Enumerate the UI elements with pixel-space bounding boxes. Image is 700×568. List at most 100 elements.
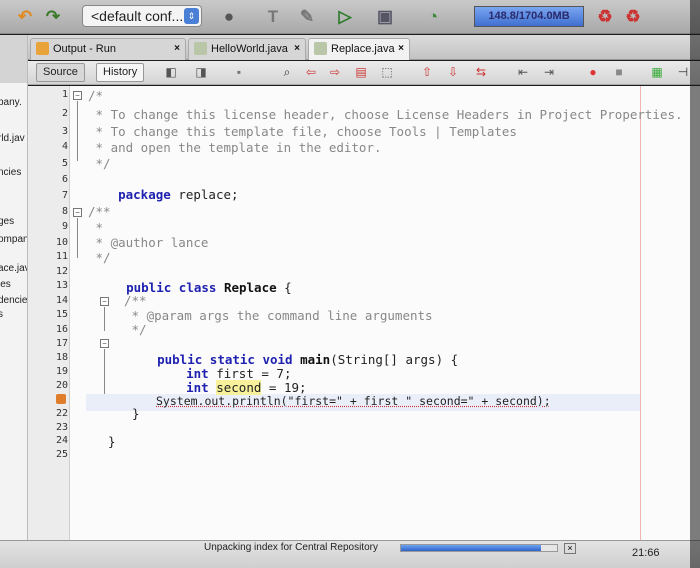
line-number: 7: [61, 190, 68, 201]
history-button[interactable]: History: [96, 63, 145, 82]
line-number: 13: [55, 280, 68, 291]
record-macro-icon[interactable]: ●: [586, 65, 600, 79]
progress-fill: [401, 545, 542, 551]
next-bookmark-icon[interactable]: ⇩: [446, 65, 460, 79]
line-number: 18: [55, 352, 68, 363]
code-line: */: [88, 156, 111, 171]
code-line: /**: [88, 204, 111, 219]
code-editor[interactable]: 1 2 3 4 5 6 7 8 9 10 11 12 13 14 15 16 1…: [28, 86, 700, 540]
close-icon[interactable]: ×: [398, 39, 404, 59]
warning-icon[interactable]: [56, 394, 66, 404]
undo-icon[interactable]: ↶: [14, 6, 36, 28]
find-next-icon[interactable]: ⇨: [328, 65, 342, 79]
java-file-icon: [314, 42, 327, 55]
previous-bookmark-icon[interactable]: ⇧: [420, 65, 434, 79]
code-line: */: [124, 322, 147, 337]
broom-icon[interactable]: ✎: [296, 6, 318, 28]
line-number: 4: [61, 141, 68, 152]
line-number: 2: [61, 108, 68, 119]
line-number: 14: [55, 295, 68, 306]
code-line: }: [132, 406, 140, 421]
cancel-task-icon[interactable]: ×: [564, 543, 576, 554]
tab-output[interactable]: Output - Run (Replace) ×: [30, 38, 186, 75]
project-item[interactable]: s: [0, 309, 3, 320]
status-message: Unpacking index for Central Repository: [204, 542, 378, 553]
project-item[interactable]: ompany.: [0, 234, 27, 245]
tab-helloworld[interactable]: HelloWorld.java ×: [188, 38, 306, 60]
settings-icon[interactable]: ●: [218, 6, 240, 28]
line-number: 24: [55, 435, 68, 446]
redo-icon[interactable]: ↷: [42, 6, 64, 28]
config-value: <default conf...: [91, 8, 184, 24]
line-number: 16: [55, 324, 68, 335]
stop-macro-icon[interactable]: ■: [612, 65, 626, 79]
uncomment-icon[interactable]: ⊣: [676, 65, 690, 79]
code-text: replace;: [170, 187, 239, 202]
project-item[interactable]: ace.java: [0, 263, 27, 274]
code-line: * @author lance: [88, 235, 209, 250]
fold-toggle-icon[interactable]: −: [73, 91, 82, 100]
editor-toolbar: Source History ◧ ◨ ▪ ⌕ ⇦ ⇨ ▤ ⬚ ⇧ ⇩ ⇆ ⇤ ⇥…: [28, 61, 700, 85]
project-item[interactable]: ies: [0, 279, 11, 290]
code-line-error: System.out.println("first=" + first " se…: [156, 394, 551, 408]
find-previous-icon[interactable]: ⇦: [304, 65, 318, 79]
fold-toggle-icon[interactable]: −: [100, 339, 109, 348]
code-line: */: [88, 250, 111, 265]
fold-guide: [77, 218, 78, 258]
profile-icon[interactable]: ◔: [422, 6, 444, 28]
line-number: 6: [61, 174, 68, 185]
code-line: /**: [124, 293, 147, 308]
source-button[interactable]: Source: [36, 63, 85, 82]
shift-left-icon[interactable]: ⇤: [516, 65, 530, 79]
forward-icon[interactable]: ▪: [232, 65, 246, 79]
projects-panel-header: [0, 35, 27, 83]
editor-tabbar: Output - Run (Replace) × HelloWorld.java…: [28, 35, 700, 75]
line-number: 3: [61, 126, 68, 137]
tab-replace[interactable]: Replace.java ×: [308, 38, 410, 60]
fold-guide: [77, 101, 78, 161]
code-text: = 19;: [261, 380, 307, 395]
line-number: 23: [55, 422, 68, 433]
run-icon[interactable]: ▷: [334, 6, 356, 28]
back-icon[interactable]: ◨: [194, 65, 208, 79]
project-item[interactable]: pany.: [0, 97, 22, 108]
progress-bar: [400, 544, 558, 552]
project-item[interactable]: ges: [0, 216, 14, 227]
config-select[interactable]: <default conf... ⇕: [82, 5, 202, 27]
close-icon[interactable]: ×: [294, 39, 300, 59]
shift-right-icon[interactable]: ⇥: [542, 65, 556, 79]
fold-toggle-icon[interactable]: −: [73, 208, 82, 217]
last-edit-icon[interactable]: ◧: [164, 65, 178, 79]
line-number: 8: [61, 206, 68, 217]
main-toolbar: ↶ ↷ <default conf... ⇕ ● T ✎ ▷ ▣ ◔ 148.8…: [0, 0, 700, 34]
debug-icon[interactable]: ▣: [374, 6, 396, 28]
code-text: {: [276, 280, 292, 295]
search-icon[interactable]: ⌕: [280, 65, 294, 79]
project-item[interactable]: rld.jav: [0, 133, 25, 144]
line-number: 1: [61, 89, 68, 100]
code-line: }: [108, 434, 116, 449]
project-item[interactable]: dencies: [0, 295, 27, 306]
keyword: package: [118, 187, 171, 202]
close-icon[interactable]: ×: [174, 39, 180, 59]
fold-guide: [104, 307, 105, 331]
code-line: * To change this license header, choose …: [88, 107, 683, 122]
gc-icon[interactable]: ♻: [594, 6, 616, 28]
clean-build-icon[interactable]: T: [262, 6, 284, 28]
gc2-icon[interactable]: ♻: [622, 6, 644, 28]
line-number-gutter: 1 2 3 4 5 6 7 8 9 10 11 12 13 14 15 16 1…: [28, 86, 70, 540]
toggle-highlight-icon[interactable]: ▤: [354, 65, 368, 79]
toggle-rect-select-icon[interactable]: ⬚: [380, 65, 394, 79]
tab-label: Replace.java: [331, 43, 395, 55]
line-number: 10: [55, 237, 68, 248]
code-line: * To change this template file, choose T…: [88, 124, 517, 139]
fold-column: − − − −: [70, 86, 109, 540]
project-item[interactable]: ncies: [0, 167, 21, 178]
toggle-bookmark-icon[interactable]: ⇆: [474, 65, 488, 79]
code-line: package replace;: [88, 172, 239, 217]
projects-panel: pany. rld.jav ncies ges ompany. ace.java…: [0, 35, 28, 540]
memory-indicator[interactable]: 148.8/1704.0MB: [474, 6, 584, 27]
class-name: Replace: [216, 280, 277, 295]
keyword: int: [186, 380, 209, 395]
comment-icon[interactable]: ▦: [650, 65, 664, 79]
